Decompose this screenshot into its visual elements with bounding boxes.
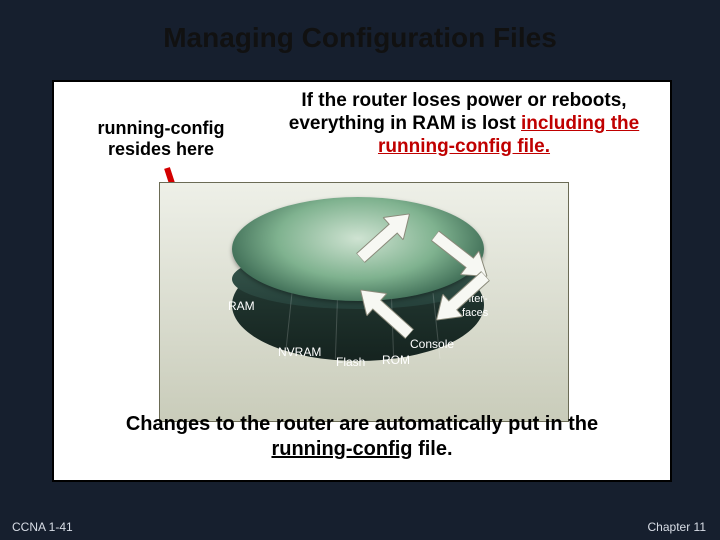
ram-loss-warning: If the router loses power or reboots, ev… (269, 90, 659, 158)
slide-footer: CCNA 1-41 Chapter 11 (0, 514, 720, 540)
footer-right: Chapter 11 (648, 520, 706, 534)
slide: Managing Configuration Files running-con… (0, 0, 720, 540)
label-rom: ROM (382, 353, 410, 367)
label-flash: Flash (336, 355, 365, 369)
label-nvram: NVRAM (278, 345, 321, 359)
content-panel: running-config resides here If the route… (52, 80, 672, 482)
router: RAM NVRAM Flash ROM Console Inter- faces (232, 197, 484, 383)
router-diagram: RAM NVRAM Flash ROM Console Inter- faces (159, 182, 569, 422)
label-console: Console (410, 337, 454, 351)
bottom-note-underlined: running-config (271, 438, 412, 460)
slide-title: Managing Configuration Files (0, 0, 720, 54)
running-config-caption: running-config resides here (66, 118, 256, 159)
footer-left: CCNA 1-41 (12, 520, 73, 534)
running-config-caption-line1: running-config (98, 118, 225, 138)
running-config-caption-line2: resides here (108, 139, 214, 159)
title-band: Managing Configuration Files (0, 0, 720, 74)
bottom-note: Changes to the router are automatically … (84, 412, 640, 462)
bottom-note-prefix: Changes to the router are automatically … (126, 413, 598, 435)
bottom-note-suffix: file. (413, 438, 453, 460)
label-ram: RAM (228, 299, 255, 313)
